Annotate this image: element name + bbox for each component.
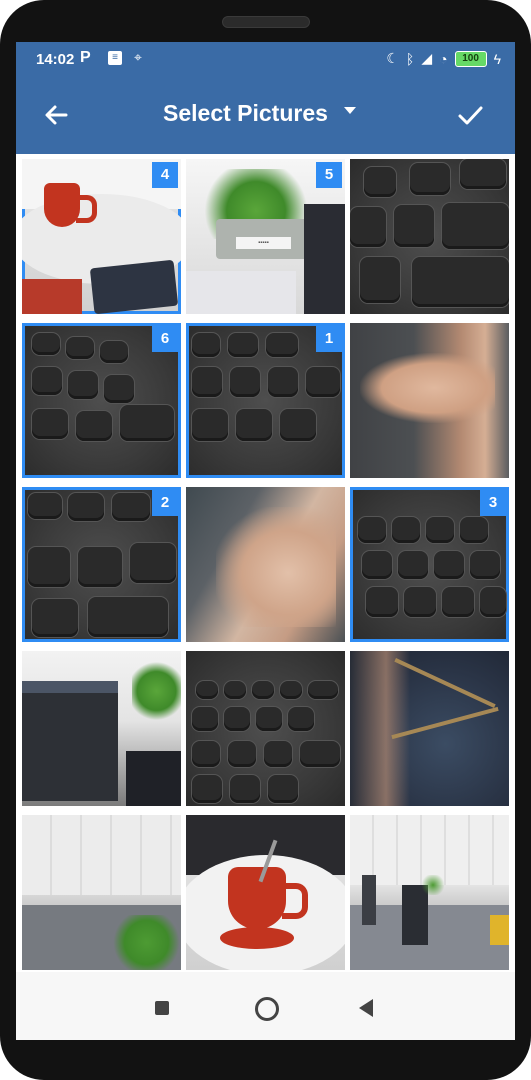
photo-tile[interactable]: 6 [22, 323, 181, 478]
location-icon: ⌖ [134, 49, 142, 65]
photo-tile[interactable] [350, 815, 509, 970]
dropdown-caret-icon[interactable] [344, 107, 356, 114]
photo-tile[interactable]: 2 [22, 487, 181, 642]
photo-tile[interactable] [350, 651, 509, 806]
phone-frame: 14:02 P ≡ ⌖ ☾ ᛒ ◢ ◔ 100 ϟ Select Picture… [0, 0, 531, 1080]
page-title[interactable]: Select Pictures [163, 100, 328, 127]
selection-order-badge: 3 [480, 490, 506, 516]
signal-icon: ◢ [421, 50, 433, 66]
selection-order-badge: 6 [152, 326, 178, 352]
photo-tile[interactable] [350, 323, 509, 478]
wifi-icon: ◔ [439, 50, 448, 67]
selection-order-badge: 5 [316, 162, 342, 188]
photo-tile[interactable] [186, 487, 345, 642]
dnd-moon-icon: ☾ [386, 50, 399, 66]
speaker-grille [222, 16, 310, 28]
photo-tile[interactable] [22, 815, 181, 970]
parking-icon: P [80, 49, 91, 66]
back-triangle-icon[interactable] [359, 999, 373, 1017]
photo-tile[interactable]: ▪▪▪▪▪ 5 [186, 159, 345, 314]
system-nav-bar [16, 972, 515, 1040]
home-circle-icon[interactable] [255, 997, 279, 1021]
photo-tile[interactable]: 1 [186, 323, 345, 478]
app-bar: Select Pictures [16, 76, 515, 154]
charging-icon: ϟ [493, 50, 501, 67]
selection-order-badge: 1 [316, 326, 342, 352]
photo-tile[interactable] [186, 651, 345, 806]
screen: 14:02 P ≡ ⌖ ☾ ᛒ ◢ ◔ 100 ϟ Select Picture… [16, 42, 515, 1040]
photo-tile[interactable] [186, 815, 345, 970]
photo-tile[interactable]: 4 [22, 159, 181, 314]
battery-icon: 100 [454, 50, 487, 67]
recents-square-icon[interactable] [155, 1001, 169, 1015]
status-time: 14:02 [36, 51, 75, 68]
photo-tile[interactable] [350, 159, 509, 314]
back-arrow-icon[interactable] [40, 99, 72, 131]
confirm-check-icon[interactable] [454, 99, 486, 131]
selection-order-badge: 2 [152, 490, 178, 516]
photo-grid: 4 ▪▪▪▪▪ 5 6 1 2 3 [22, 159, 509, 971]
card-icon: ≡ [108, 51, 122, 65]
status-bar: 14:02 P ≡ ⌖ ☾ ᛒ ◢ ◔ 100 ϟ [16, 42, 515, 76]
status-icons: ☾ ᛒ ◢ ◔ 100 ϟ [386, 50, 501, 67]
photo-tile[interactable] [22, 651, 181, 806]
bluetooth-icon: ᛒ [405, 50, 415, 67]
photo-tile[interactable]: 3 [350, 487, 509, 642]
selection-order-badge: 4 [152, 162, 178, 188]
